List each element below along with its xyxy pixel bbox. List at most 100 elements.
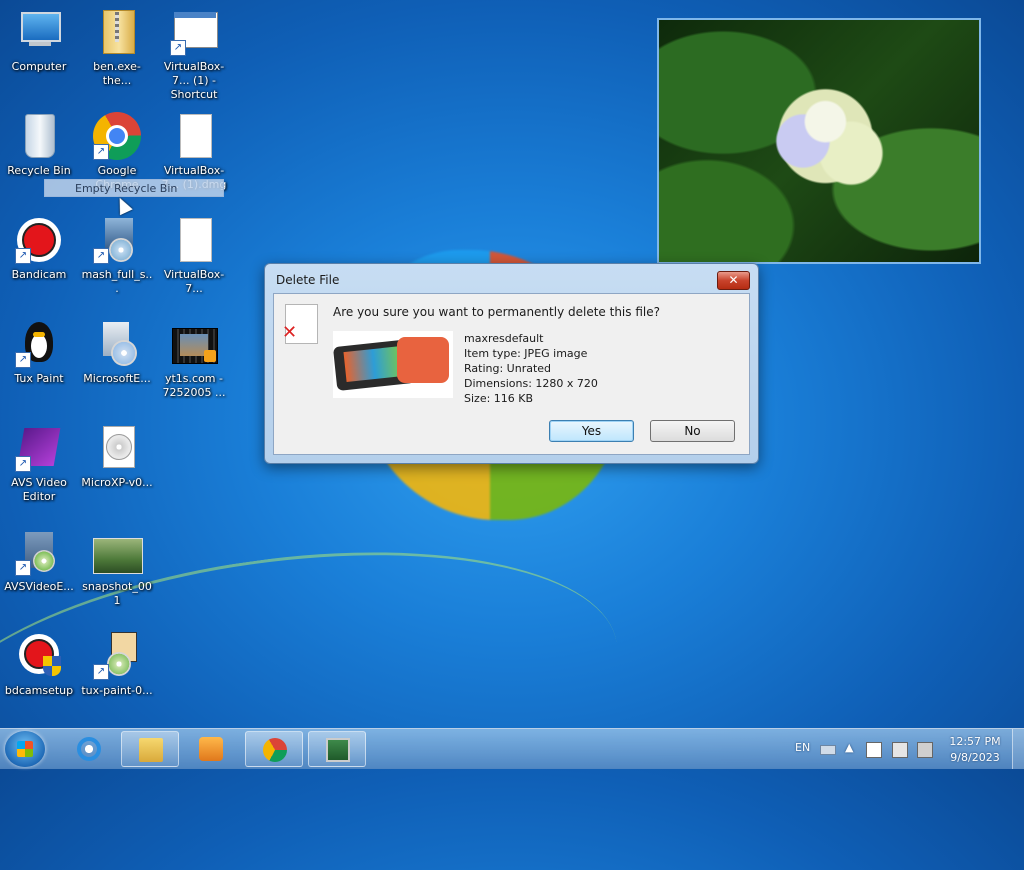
action-center-flag-icon[interactable] <box>866 742 882 758</box>
volume-muted-icon[interactable] <box>917 742 933 758</box>
desktop-icon-bdcamsetup[interactable]: bdcamsetup <box>2 632 76 698</box>
yes-button[interactable]: Yes <box>549 420 634 442</box>
taskbar-internet-explorer[interactable] <box>60 731 118 767</box>
desktop-icon-label: mash_full_s... <box>81 268 153 295</box>
dialog-titlebar[interactable]: Delete File ✕ <box>265 264 758 292</box>
desktop-icon-label: Computer <box>11 60 67 73</box>
desktop-icon-microxp[interactable]: MicroXP-v0... <box>80 424 154 490</box>
desktop-icon-label: Tux Paint <box>14 372 64 385</box>
desktop-icon-label: VirtualBox-7... (1) - Shortcut <box>163 60 225 101</box>
shortcut-arrow-icon: ↗ <box>15 248 31 264</box>
file-type: Item type: JPEG image <box>464 347 588 360</box>
desktop-icon-bandicam[interactable]: ↗ Bandicam <box>2 216 76 282</box>
desktop-icon-snapshot-001[interactable]: snapshot_001 <box>80 528 154 608</box>
taskbar: EN ▲ 12:57 PM 9/8/2023 <box>0 728 1024 769</box>
desktop-icon-yt1s-video[interactable]: yt1s.com - 7252005 ... <box>157 320 231 400</box>
empty-recycle-bin-tooltip: Empty Recycle Bin <box>44 179 224 197</box>
clock-time: 12:57 PM <box>949 735 1001 748</box>
desktop-icon-virtualbox-file[interactable]: VirtualBox-7... <box>157 216 231 296</box>
file-size: Size: 116 KB <box>464 392 534 405</box>
desktop-icon-microsofte[interactable]: MicrosoftE... <box>80 320 154 386</box>
desktop-icon-ben-exe[interactable]: ben.exe-the... <box>80 8 154 88</box>
blank-file-icon <box>170 216 218 264</box>
image-thumbnail-icon <box>93 528 143 576</box>
bandicam-icon: ↗ <box>15 216 63 264</box>
desktop-icon-computer[interactable]: Computer <box>2 8 76 74</box>
desktop-icon-label: AVS Video Editor <box>11 476 67 503</box>
desktop-icon-label: AVSVideoE... <box>4 580 74 593</box>
video-file-icon <box>170 320 218 368</box>
window-shortcut-icon: ↗ <box>170 8 218 56</box>
penguin-icon: ↗ <box>15 320 63 368</box>
clock[interactable]: 12:57 PM 9/8/2023 <box>940 734 1010 766</box>
confirm-question: Are you sure you want to permanently del… <box>333 305 660 319</box>
taskbar-app-window[interactable] <box>308 731 366 767</box>
desktop-icon-tux-paint[interactable]: ↗ Tux Paint <box>2 320 76 386</box>
file-name: maxresdefault <box>464 332 544 345</box>
language-indicator[interactable]: EN <box>795 741 810 754</box>
disc-image-icon <box>93 424 141 472</box>
desktop-icon-label: tux-paint-0... <box>81 684 153 697</box>
delete-file-icon: ✕ <box>282 304 318 344</box>
dialog-body: ✕ Are you sure you want to permanently d… <box>273 293 750 455</box>
shortcut-arrow-icon: ↗ <box>170 40 186 56</box>
show-desktop-button[interactable] <box>1012 729 1024 769</box>
desktop-icon-label: MicroXP-v0... <box>81 476 153 489</box>
computer-icon <box>15 8 63 56</box>
folder-zip-icon <box>93 8 141 56</box>
desktop-icon-label: ben.exe-the... <box>93 60 141 87</box>
installer-icon: ↗ <box>15 528 63 576</box>
shortcut-arrow-icon: ↗ <box>15 352 31 368</box>
network-icon[interactable] <box>892 742 908 758</box>
windows-logo-icon <box>17 741 33 757</box>
keyboard-icon[interactable] <box>820 745 836 755</box>
desktop-icon-virtualbox-shortcut[interactable]: ↗ VirtualBox-7... (1) - Shortcut <box>157 8 231 102</box>
shortcut-arrow-icon: ↗ <box>15 560 31 576</box>
shortcut-arrow-icon: ↗ <box>93 144 109 160</box>
chrome-icon <box>263 738 287 762</box>
dialog-title: Delete File <box>276 273 340 287</box>
no-button[interactable]: No <box>650 420 735 442</box>
blank-file-icon <box>170 112 218 160</box>
shortcut-arrow-icon: ↗ <box>93 664 109 680</box>
file-dimensions: Dimensions: 1280 x 720 <box>464 377 598 390</box>
file-thumbnail <box>333 331 453 398</box>
desktop-icon-avsvideoe[interactable]: ↗ AVSVideoE... <box>2 528 76 594</box>
taskbar-media-player[interactable] <box>182 731 240 767</box>
file-info: maxresdefault Item type: JPEG image Rati… <box>464 331 598 406</box>
shortcut-arrow-icon: ↗ <box>93 248 109 264</box>
media-player-icon <box>199 737 223 761</box>
delete-file-dialog: Delete File ✕ ✕ Are you sure you want to… <box>264 263 759 464</box>
desktop-icon-label: Bandicam <box>11 268 67 281</box>
taskbar-google-chrome[interactable] <box>245 731 303 767</box>
chrome-icon: ↗ <box>93 112 141 160</box>
folder-icon <box>139 738 163 762</box>
app-window-icon <box>326 738 350 762</box>
desktop-icon-label: VirtualBox-7... <box>163 268 225 295</box>
close-button[interactable]: ✕ <box>717 271 750 290</box>
desktop-icon-label: Recycle Bin <box>7 164 71 177</box>
installer-icon: ↗ <box>93 632 141 680</box>
desktop-icon-recycle-bin[interactable]: Recycle Bin <box>2 112 76 178</box>
desktop-icon-label: bdcamsetup <box>4 684 74 697</box>
file-rating: Rating: Unrated <box>464 362 552 375</box>
photo-gadget[interactable] <box>657 18 981 264</box>
delete-x-icon: ✕ <box>282 322 298 343</box>
shortcut-arrow-icon: ↗ <box>15 456 31 472</box>
start-button[interactable] <box>5 731 45 767</box>
desktop-icon-label: snapshot_001 <box>82 580 152 607</box>
bandicam-setup-icon <box>15 632 63 680</box>
show-hidden-icons-button[interactable]: ▲ <box>845 741 853 754</box>
controller-image <box>397 337 449 383</box>
desktop-icon-avs-video-editor[interactable]: ↗ AVS Video Editor <box>2 424 76 504</box>
installer-icon: ↗ <box>93 216 141 264</box>
desktop-icon-label: MicrosoftE... <box>83 372 151 385</box>
taskbar-windows-explorer[interactable] <box>121 731 179 767</box>
desktop-icon-mash-full[interactable]: ↗ mash_full_s... <box>80 216 154 296</box>
setup-disc-icon <box>93 320 141 368</box>
desktop-icon-tux-paint-installer[interactable]: ↗ tux-paint-0... <box>80 632 154 698</box>
clock-date: 9/8/2023 <box>950 751 1000 764</box>
desktop-icon-label: yt1s.com - 7252005 ... <box>162 372 226 399</box>
film-star-icon: ↗ <box>15 424 63 472</box>
recycle-bin-icon <box>15 112 63 160</box>
